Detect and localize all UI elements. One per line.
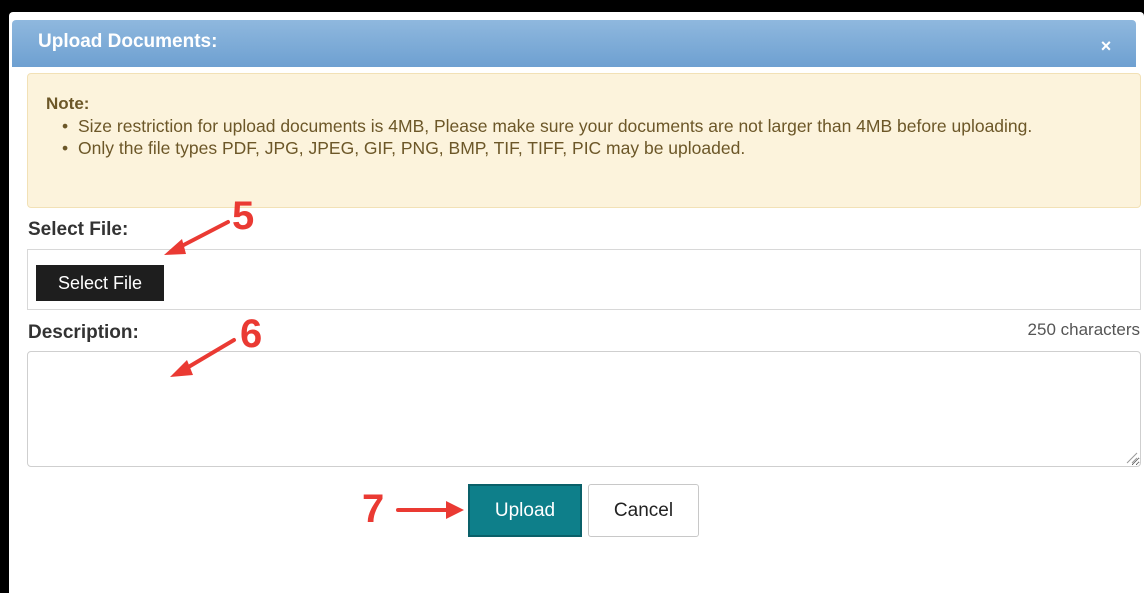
character-limit: 250 characters bbox=[1027, 320, 1140, 339]
select-file-button[interactable]: Select File bbox=[36, 265, 164, 301]
select-file-label: Select File: bbox=[28, 219, 129, 240]
note-item-size: Size restriction for upload documents is… bbox=[62, 116, 1112, 136]
annotation-step-6: 6 bbox=[240, 312, 263, 356]
annotation-arrow-5-icon bbox=[164, 220, 230, 255]
file-picker-box bbox=[27, 249, 1141, 310]
annotation-step-7: 7 bbox=[362, 487, 385, 531]
upload-button[interactable]: Upload bbox=[468, 484, 582, 537]
annotation-arrow-7-icon bbox=[396, 501, 464, 519]
dialog-title: Upload Documents: bbox=[38, 31, 218, 52]
cancel-button[interactable]: Cancel bbox=[588, 484, 699, 537]
close-icon[interactable]: × bbox=[1096, 36, 1116, 56]
annotation-step-5: 5 bbox=[232, 194, 255, 238]
resize-handle-icon[interactable] bbox=[1124, 450, 1138, 464]
note-list: Size restriction for upload documents is… bbox=[62, 116, 1112, 160]
note-panel: Note: Size restriction for upload docume… bbox=[27, 73, 1141, 208]
annotation-arrow-6-icon bbox=[170, 338, 236, 377]
description-label: Description: bbox=[28, 322, 139, 343]
note-item-filetypes: Only the file types PDF, JPG, JPEG, GIF,… bbox=[62, 138, 1112, 158]
note-heading: Note: bbox=[46, 94, 90, 113]
